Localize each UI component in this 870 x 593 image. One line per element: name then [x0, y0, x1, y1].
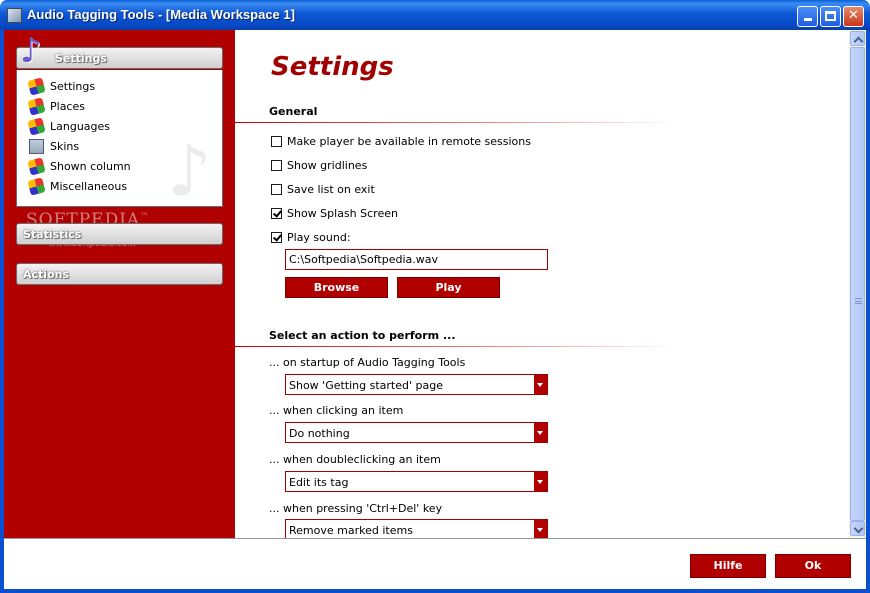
settings-panel: ♪ Settings Places Languages Skins Shown … — [16, 70, 223, 212]
option-label: Save list on exit — [287, 182, 375, 196]
action-select-ctrl-del[interactable]: Remove marked items — [285, 519, 548, 538]
sidebar-header-statistics[interactable]: Statistics — [16, 223, 223, 245]
option-play-sound[interactable]: Play sound: — [271, 230, 351, 244]
scroll-up-arrow-icon[interactable] — [850, 31, 865, 46]
tools-icon — [27, 76, 46, 96]
app-icon[interactable] — [7, 8, 22, 23]
select-value: Show 'Getting started' page — [289, 379, 443, 392]
browse-button[interactable]: Browse — [285, 277, 388, 298]
sidebar-item-label: Miscellaneous — [50, 179, 128, 193]
checkbox[interactable] — [271, 159, 282, 171]
scroll-down-arrow-icon[interactable] — [850, 521, 865, 536]
option-remote-sessions[interactable]: Make player be available in remote sessi… — [271, 134, 531, 148]
option-splash-screen[interactable]: Show Splash Screen — [271, 206, 398, 220]
tools-icon — [27, 176, 46, 196]
sidebar-header-label: Actions — [23, 268, 69, 281]
option-label: Show gridlines — [287, 158, 368, 172]
checkbox-checked[interactable] — [271, 207, 282, 219]
music-note-icon: ♪ — [20, 31, 42, 71]
dialog-button-bar: Hilfe Ok — [4, 538, 866, 589]
minimize-icon — [803, 18, 812, 21]
sidebar-item-label: Places — [50, 99, 85, 113]
help-button[interactable]: Hilfe — [690, 554, 766, 578]
select-value: Remove marked items — [289, 524, 413, 537]
minimize-button[interactable] — [797, 6, 818, 27]
sidebar-item-places[interactable]: Places — [27, 96, 85, 116]
maximize-button[interactable] — [820, 6, 841, 27]
settings-content: Settings General Make player be availabl… — [235, 30, 849, 538]
sidebar-header-label: Settings — [55, 52, 107, 65]
window-frame-bottom — [0, 589, 870, 593]
tools-icon — [27, 156, 46, 176]
checkbox-checked[interactable] — [271, 231, 282, 243]
checkbox[interactable] — [271, 183, 282, 195]
window-title: Audio Tagging Tools - [Media Workspace 1… — [27, 7, 295, 22]
title-bar: Audio Tagging Tools - [Media Workspace 1… — [0, 0, 870, 30]
window-frame-right — [866, 30, 870, 593]
sidebar-item-label: Skins — [50, 139, 80, 153]
dropdown-arrow-icon[interactable] — [534, 423, 547, 442]
play-button[interactable]: Play — [397, 277, 500, 298]
select-value: Edit its tag — [289, 476, 349, 489]
scrollbar-grip-icon — [855, 298, 862, 304]
general-divider — [235, 122, 675, 123]
dropdown-arrow-icon[interactable] — [534, 375, 547, 394]
sidebar-item-label: Shown column — [50, 159, 131, 173]
option-label: Make player be available in remote sessi… — [287, 134, 531, 148]
close-icon: ✕ — [848, 8, 859, 23]
vertical-scrollbar[interactable] — [849, 30, 866, 538]
skin-icon — [29, 138, 44, 154]
page-title: Settings — [271, 52, 394, 82]
action-select-startup[interactable]: Show 'Getting started' page — [285, 374, 548, 395]
actions-group-label: Select an action to perform ... — [269, 329, 456, 342]
action-select-doubleclick[interactable]: Edit its tag — [285, 471, 548, 492]
checkbox[interactable] — [271, 135, 282, 147]
dropdown-arrow-icon[interactable] — [534, 520, 547, 538]
sidebar-item-skins[interactable]: Skins — [29, 138, 79, 154]
option-label: Show Splash Screen — [287, 206, 398, 220]
sidebar-item-miscellaneous[interactable]: Miscellaneous — [27, 176, 128, 196]
sidebar-item-label: Languages — [50, 119, 111, 133]
tools-icon — [27, 96, 46, 116]
action-label-startup: ... on startup of Audio Tagging Tools — [269, 356, 466, 369]
sidebar-item-label: Settings — [50, 79, 96, 93]
close-button[interactable]: ✕ — [843, 6, 864, 27]
option-show-gridlines[interactable]: Show gridlines — [271, 158, 367, 172]
sidebar-header-actions[interactable]: Actions — [16, 263, 223, 285]
sidebar-header-label: Statistics — [23, 228, 82, 241]
sidebar-item-settings[interactable]: Settings — [27, 76, 96, 96]
sidebar-item-shown-column[interactable]: Shown column — [27, 156, 131, 176]
dropdown-arrow-icon[interactable] — [534, 472, 547, 491]
sound-path-input[interactable]: C:\Softpedia\Softpedia.wav — [285, 249, 548, 270]
option-label: Play sound: — [287, 230, 351, 244]
action-label-ctrl-del: ... when pressing 'Ctrl+Del' key — [269, 502, 443, 515]
sidebar: Settings ♪ ♪ Settings Places Languages S… — [4, 30, 235, 538]
action-select-click[interactable]: Do nothing — [285, 422, 548, 443]
general-group-label: General — [269, 105, 318, 118]
option-save-list[interactable]: Save list on exit — [271, 182, 375, 196]
action-label-click: ... when clicking an item — [269, 404, 404, 417]
actions-divider — [235, 346, 675, 347]
ok-button[interactable]: Ok — [775, 554, 851, 578]
action-label-doubleclick: ... when doubleclicking an item — [269, 453, 441, 466]
sidebar-header-settings[interactable]: Settings — [16, 47, 223, 69]
tools-icon — [27, 116, 46, 136]
select-value: Do nothing — [289, 427, 350, 440]
watermark-tm: ™ — [140, 211, 150, 221]
sidebar-item-languages[interactable]: Languages — [27, 116, 111, 136]
scrollbar-thumb[interactable] — [850, 47, 865, 521]
music-note-watermark-icon: ♪ — [167, 130, 212, 212]
maximize-icon — [825, 11, 836, 21]
